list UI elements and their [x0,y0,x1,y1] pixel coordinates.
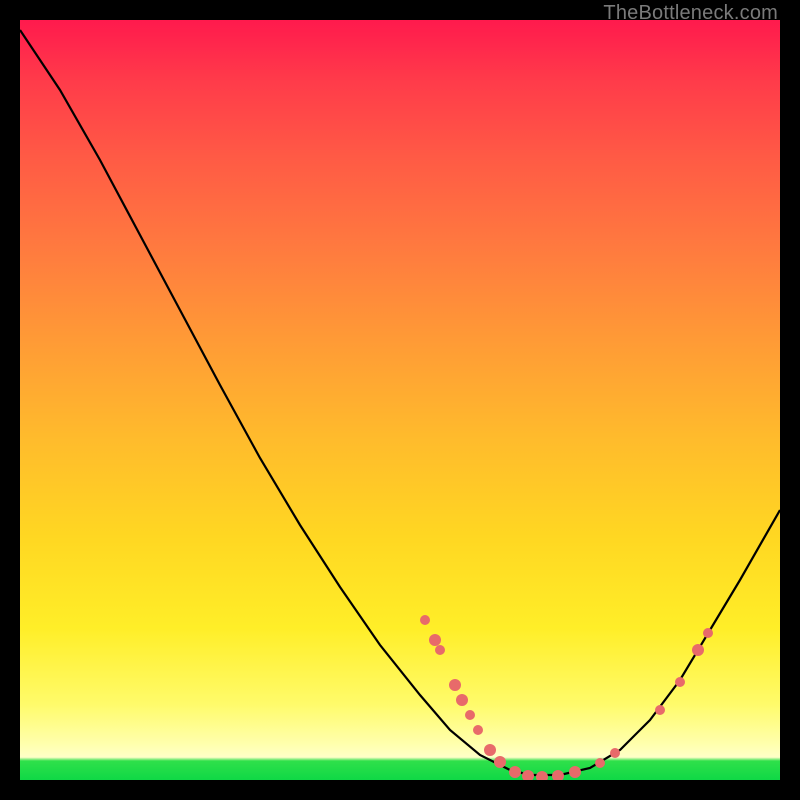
curve-marker [552,770,564,780]
plot-area [20,20,780,780]
curve-marker [435,645,445,655]
curve-marker [595,758,605,768]
curve-svg [20,20,780,780]
curve-marker [536,771,548,780]
curve-marker [703,628,713,638]
curve-marker [420,615,430,625]
bottleneck-curve-path [20,30,780,775]
curve-marker [473,725,483,735]
curve-marker [569,766,581,778]
curve-marker [449,679,461,691]
curve-marker [522,770,534,780]
curve-marker [484,744,496,756]
curve-marker [692,644,704,656]
curve-marker [465,710,475,720]
curve-marker [509,766,521,778]
curve-marker [675,677,685,687]
curve-marker [655,705,665,715]
curve-marker [494,756,506,768]
chart-stage: TheBottleneck.com [0,0,800,800]
curve-marker [429,634,441,646]
curve-marker [456,694,468,706]
marker-group [420,615,713,780]
curve-marker [610,748,620,758]
